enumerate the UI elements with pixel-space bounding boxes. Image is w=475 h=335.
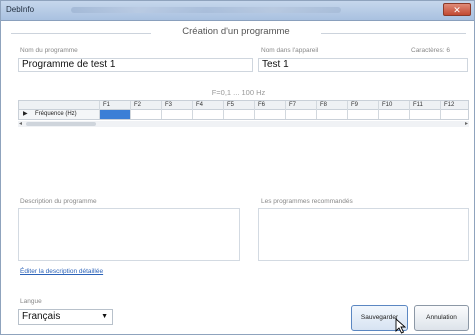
column-header-f4: F4: [192, 101, 223, 110]
column-header-f1: F1: [99, 101, 130, 110]
language-label: Langue: [20, 298, 42, 305]
scroll-left-icon[interactable]: ◂: [19, 121, 22, 127]
column-header-f3: F3: [161, 101, 192, 110]
column-header-f5: F5: [223, 101, 254, 110]
frequency-cell-f12[interactable]: [440, 110, 470, 119]
device-name-label: Nom dans l'appareil: [261, 47, 319, 54]
frequency-cell-f8[interactable]: [316, 110, 347, 119]
edit-description-link[interactable]: Éditer la description détaillée: [20, 268, 103, 275]
program-name-label: Nom du programme: [20, 47, 78, 54]
device-name-field[interactable]: Test 1: [258, 58, 468, 72]
program-name-field[interactable]: Programme de test 1: [18, 58, 253, 72]
recommended-label: Les programmes recommandés: [261, 198, 353, 205]
description-textarea[interactable]: [18, 208, 240, 261]
frequency-cell-f4[interactable]: [192, 110, 223, 119]
frequency-cell-f10[interactable]: [378, 110, 409, 119]
blurred-menu-bar: [71, 7, 341, 13]
row-pointer-icon: ▶: [23, 111, 28, 117]
frequency-cell-f9[interactable]: [347, 110, 378, 119]
frequency-range-label: F=0,1 ... 100 Hz: [211, 88, 266, 97]
language-select[interactable]: Français ▼: [18, 309, 113, 325]
frequency-cell-f2[interactable]: [130, 110, 161, 119]
column-header-f10: F10: [378, 101, 409, 110]
chars-count: Caractères: 6: [411, 47, 451, 54]
mouse-cursor-icon: [395, 318, 407, 334]
frequency-cell-f3[interactable]: [161, 110, 192, 119]
column-header-f2: F2: [130, 101, 161, 110]
scroll-thumb[interactable]: [26, 122, 96, 126]
grid-horizontal-scrollbar[interactable]: ◂ ▸: [18, 121, 469, 127]
frequency-row: ▶ Fréquence (Hz): [18, 110, 469, 120]
dialog-window: DebInfo ✕ Création d'un programme Nom du…: [0, 0, 475, 335]
row-label: Fréquence (Hz): [35, 111, 77, 117]
chevron-down-icon: ▼: [101, 313, 108, 320]
frequency-grid: F1 F2 F3 F4 F5 F6 F7 F8 F9 F10 F11 F12 ▶…: [18, 100, 469, 136]
window-title: DebInfo: [6, 5, 35, 14]
row-header: ▶ Fréquence (Hz): [19, 110, 99, 119]
column-header-f9: F9: [347, 101, 378, 110]
column-header-f11: F11: [409, 101, 440, 110]
frequency-cell-f1[interactable]: [99, 110, 130, 119]
close-button[interactable]: ✕: [443, 3, 471, 16]
title-bar: DebInfo ✕: [1, 1, 474, 21]
cancel-button[interactable]: Annulation: [414, 305, 469, 331]
column-header-f12: F12: [440, 101, 470, 110]
column-header-f7: F7: [285, 101, 316, 110]
column-header-f8: F8: [316, 101, 347, 110]
grid-header-row: F1 F2 F3 F4 F5 F6 F7 F8 F9 F10 F11 F12: [18, 100, 469, 110]
frequency-cell-f5[interactable]: [223, 110, 254, 119]
section-title: Création d'un programme: [151, 26, 321, 37]
frequency-cell-f6[interactable]: [254, 110, 285, 119]
section-divider-right: [321, 33, 466, 34]
frequency-cell-f11[interactable]: [409, 110, 440, 119]
language-selected-value: Français: [22, 311, 61, 322]
recommended-textarea[interactable]: [258, 208, 469, 261]
frequency-cell-f7[interactable]: [285, 110, 316, 119]
section-divider-left: [11, 33, 151, 34]
scroll-right-icon[interactable]: ▸: [465, 121, 468, 127]
column-header-f6: F6: [254, 101, 285, 110]
description-label: Description du programme: [20, 198, 97, 205]
